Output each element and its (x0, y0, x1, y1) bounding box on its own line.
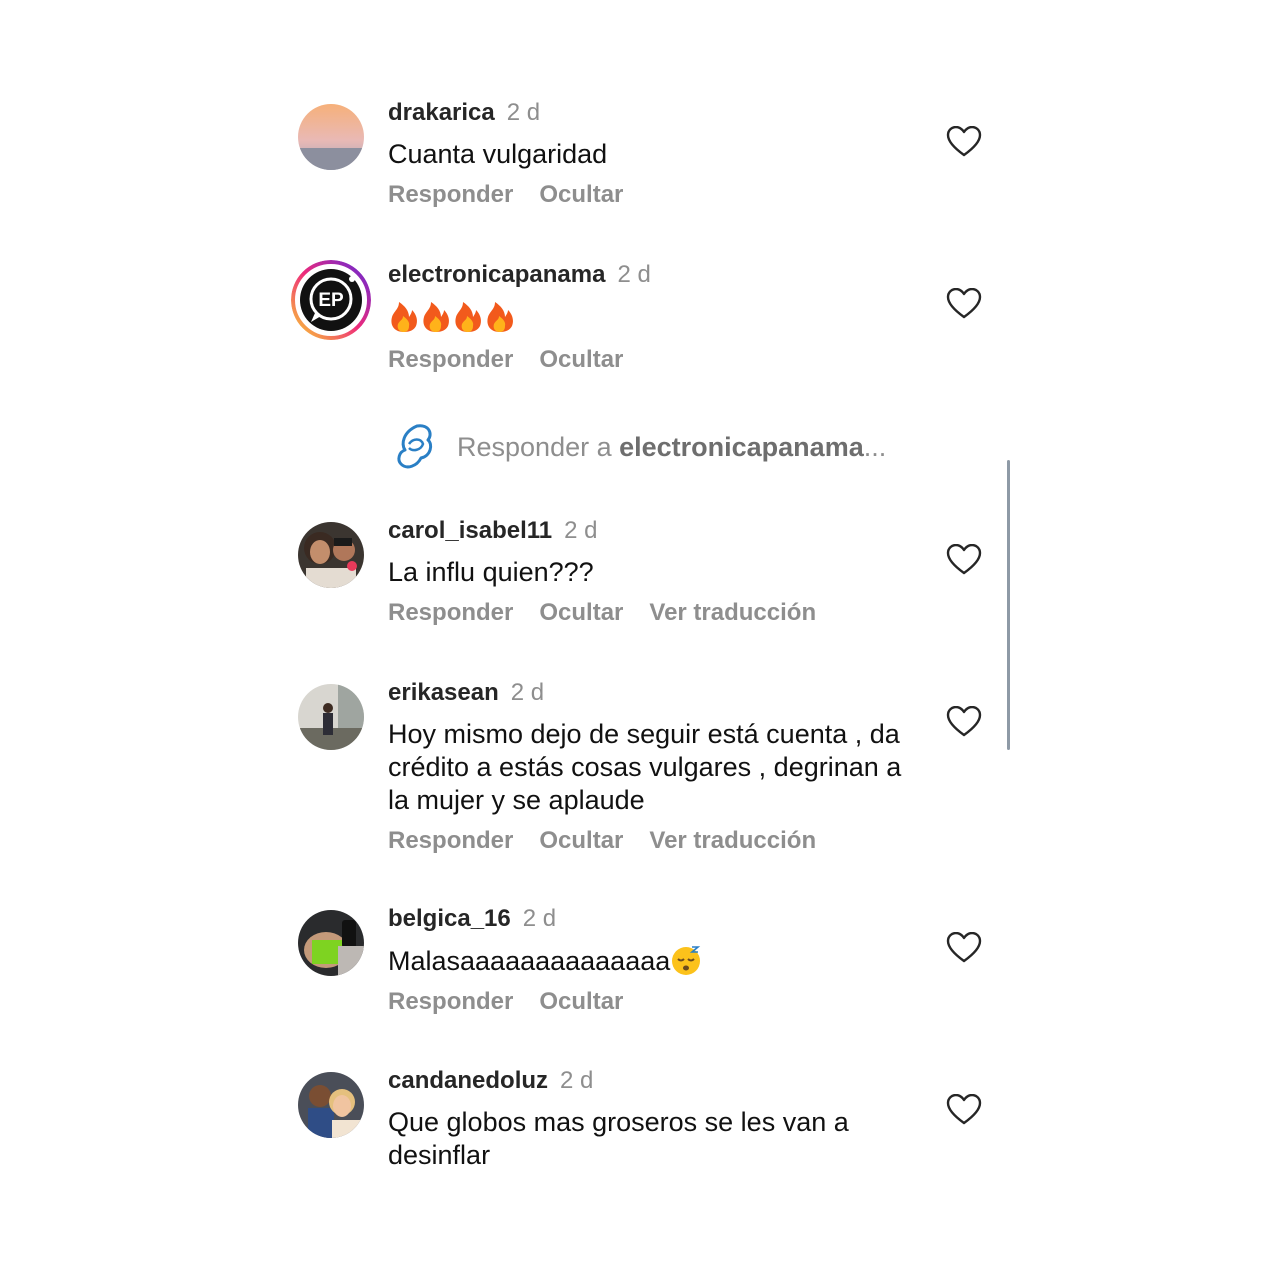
reply-button[interactable]: Responder (388, 346, 513, 373)
heart-outline-icon[interactable] (946, 288, 982, 320)
reply-button[interactable]: Responder (388, 988, 513, 1015)
heart-outline-icon[interactable] (946, 126, 982, 158)
avatar[interactable] (298, 1072, 364, 1138)
heart-outline-icon[interactable] (946, 544, 982, 576)
avatar[interactable] (298, 522, 364, 588)
timestamp: 2 d (564, 517, 598, 544)
comment-text: Malasaaaaaaaaaaaaaa (388, 944, 928, 978)
username[interactable]: carol_isabel11 (388, 517, 552, 544)
username[interactable]: electronicapanama (388, 261, 605, 288)
see-translation-button[interactable]: Ver traducción (649, 827, 816, 854)
timestamp: 2 d (560, 1067, 594, 1094)
reply-logo-icon (397, 424, 433, 469)
avatar[interactable] (298, 684, 364, 750)
avatar[interactable] (298, 910, 364, 976)
hide-button[interactable]: Ocultar (539, 827, 623, 854)
comment-text: Cuanta vulgaridad (388, 139, 608, 169)
fire-emoji-icon (391, 302, 513, 332)
reply-prompt-suffix: ... (863, 432, 887, 462)
avatar[interactable] (298, 104, 364, 170)
see-translation-button[interactable]: Ver traducción (649, 599, 816, 626)
scrollbar[interactable] (1007, 460, 1010, 750)
username[interactable]: belgica_16 (388, 905, 511, 932)
username[interactable]: erikasean (388, 679, 499, 706)
hide-button[interactable]: Ocultar (539, 988, 623, 1015)
heart-outline-icon[interactable] (946, 1094, 982, 1126)
heart-outline-icon[interactable] (946, 932, 982, 964)
svg-text:EP: EP (318, 290, 344, 311)
comment-text: La influ quien??? (388, 557, 594, 587)
username[interactable]: candanedoluz (388, 1067, 548, 1094)
reply-prompt-prefix: Responder a (457, 432, 620, 462)
hide-button[interactable]: Ocultar (539, 599, 623, 626)
timestamp: 2 d (506, 99, 541, 126)
username[interactable]: drakarica (388, 99, 495, 126)
timestamp: 2 d (522, 905, 557, 932)
reply-button[interactable]: Responder (388, 827, 513, 854)
hide-button[interactable]: Ocultar (539, 346, 623, 373)
reply-button[interactable]: Responder (388, 599, 513, 626)
sleepy-face-emoji-icon (672, 946, 701, 975)
hide-button[interactable]: Ocultar (539, 181, 623, 208)
avatar[interactable]: EP (291, 260, 371, 340)
reply-prompt-target: electronicapanama (619, 432, 864, 462)
timestamp: 2 d (510, 679, 545, 706)
comment-text: Que globos mas groseros se les van a des… (388, 1107, 849, 1170)
timestamp: 2 d (617, 261, 651, 288)
heart-outline-icon[interactable] (946, 706, 982, 738)
reply-prompt[interactable]: Responder a electronicapanama... (390, 418, 950, 478)
comment-text: Hoy mismo dejo de seguir está cuenta , d… (388, 719, 902, 815)
comment-text-body: Malasaaaaaaaaaaaaaa (388, 946, 671, 976)
reply-button[interactable]: Responder (388, 181, 513, 208)
comment-emoji-row (388, 300, 928, 336)
